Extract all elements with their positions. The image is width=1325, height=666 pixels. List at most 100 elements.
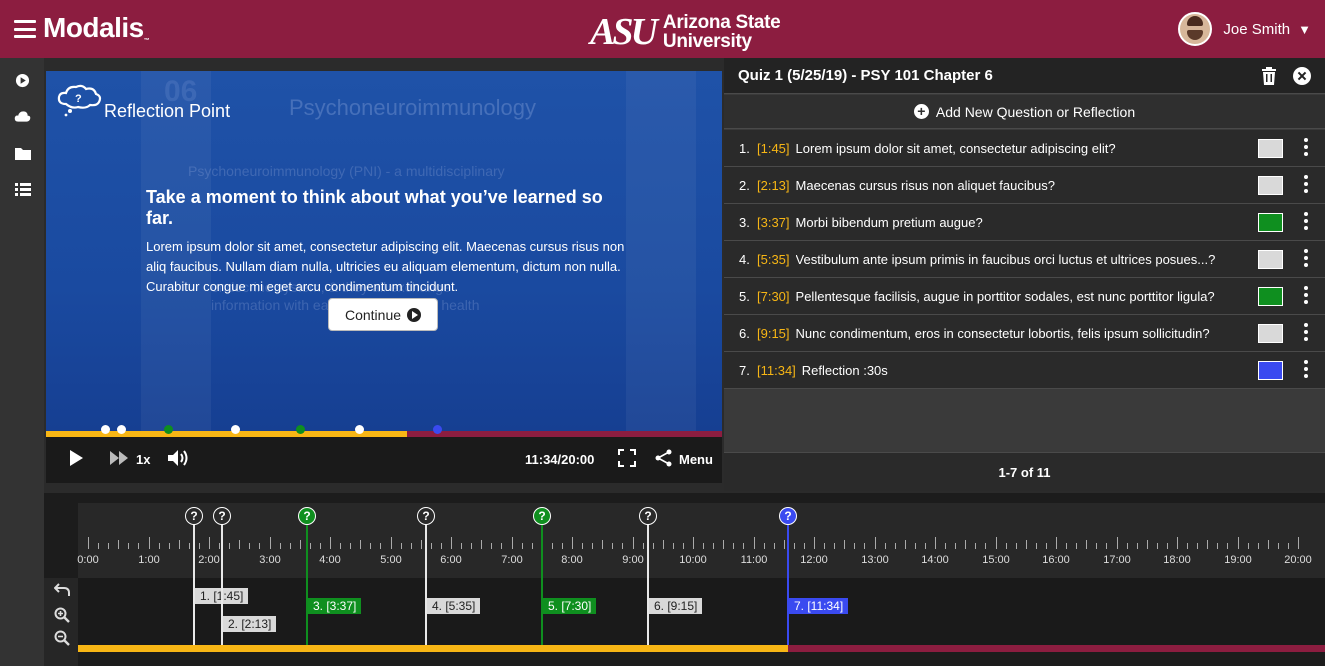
color-swatch[interactable] xyxy=(1258,324,1283,343)
ruler-tick xyxy=(300,540,301,549)
brand-logo[interactable]: Modalis™ xyxy=(43,12,150,44)
marker-line[interactable] xyxy=(541,515,543,652)
marker-label[interactable]: 2. [2:13] xyxy=(223,616,277,632)
marker-line[interactable] xyxy=(193,515,195,652)
slide-decoration xyxy=(626,71,696,431)
question-row[interactable]: 4. [5:35] Vestibulum ante ipsum primis in … xyxy=(724,241,1325,278)
question-marker-icon[interactable]: ? xyxy=(213,507,231,525)
continue-button[interactable]: Continue xyxy=(328,298,438,331)
zoom-out-icon[interactable] xyxy=(54,630,70,646)
progress-marker-dot[interactable] xyxy=(231,425,240,434)
question-marker-icon[interactable]: ? xyxy=(779,507,797,525)
ruler-tick xyxy=(985,543,986,549)
question-row[interactable]: 1. [1:45] Lorem ipsum dolor sit amet, cons… xyxy=(724,130,1325,167)
kebab-menu-icon[interactable] xyxy=(1302,138,1310,158)
kebab-menu-icon[interactable] xyxy=(1302,360,1310,380)
question-number: 3. xyxy=(739,214,750,230)
continue-label: Continue xyxy=(344,306,402,323)
kebab-menu-icon[interactable] xyxy=(1302,249,1310,269)
color-swatch[interactable] xyxy=(1258,250,1283,269)
ruler-tick xyxy=(431,543,432,549)
question-time[interactable]: [3:37] xyxy=(757,215,790,230)
share-icon[interactable] xyxy=(655,449,673,470)
cloud-icon[interactable] xyxy=(14,110,31,127)
color-swatch[interactable] xyxy=(1258,361,1283,380)
ruler-tick xyxy=(733,543,734,549)
question-row[interactable]: 3. [3:37] Morbi bibendum pretium augue? xyxy=(724,204,1325,241)
question-text: Reflection :30s xyxy=(801,362,888,378)
kebab-menu-icon[interactable] xyxy=(1302,286,1310,306)
progress-marker-dot[interactable] xyxy=(433,425,442,434)
volume-icon[interactable] xyxy=(167,449,191,470)
progress-marker-dot[interactable] xyxy=(164,425,173,434)
progress-marker-dot[interactable] xyxy=(101,425,110,434)
progress-marker-dot[interactable] xyxy=(296,425,305,434)
fullscreen-icon[interactable] xyxy=(618,449,636,470)
play-icon[interactable] xyxy=(68,449,84,470)
color-swatch[interactable] xyxy=(1258,139,1283,158)
marker-line[interactable] xyxy=(787,515,789,652)
hamburger-menu-icon[interactable] xyxy=(14,20,36,38)
ruler-tick xyxy=(723,540,724,549)
timeline-ruler[interactable]: 0:00 1:00 2:00 3:00 4:00 5:00 6:00 7:00 8:00 9:00… xyxy=(77,503,1325,578)
question-row[interactable]: 6. [9:15] Nunc condimentum, eros in consec… xyxy=(724,315,1325,352)
question-time[interactable]: [2:13] xyxy=(757,178,790,193)
ruler-tick xyxy=(1137,543,1138,549)
kebab-menu-icon[interactable] xyxy=(1302,212,1310,232)
question-marker-icon[interactable]: ? xyxy=(298,507,316,525)
question-time[interactable]: [1:45] xyxy=(757,141,790,156)
question-marker-icon[interactable]: ? xyxy=(639,507,657,525)
color-swatch[interactable] xyxy=(1258,287,1283,306)
trash-icon[interactable] xyxy=(1261,67,1277,85)
undo-icon[interactable] xyxy=(53,583,70,599)
user-menu[interactable]: Joe Smith ▼ xyxy=(1178,12,1311,46)
marker-label[interactable]: 5. [7:30] xyxy=(543,598,597,614)
ruler-tick xyxy=(159,543,160,549)
question-time[interactable]: [11:34] xyxy=(757,363,796,378)
question-row[interactable]: 2. [2:13] Maecenas cursus risus non alique… xyxy=(724,167,1325,204)
color-swatch[interactable] xyxy=(1258,176,1283,195)
color-swatch[interactable] xyxy=(1258,213,1283,232)
question-time[interactable]: [9:15] xyxy=(757,326,790,341)
question-row[interactable]: 5. [7:30] Pellentesque facilisis, augue in… xyxy=(724,278,1325,315)
progress-marker-dot[interactable] xyxy=(117,425,126,434)
play-circle-icon[interactable] xyxy=(14,73,31,90)
ruler-tick-label: 4:00 xyxy=(319,554,341,566)
kebab-menu-icon[interactable] xyxy=(1302,323,1310,343)
marker-line[interactable] xyxy=(306,515,308,652)
folder-icon[interactable] xyxy=(14,147,31,164)
close-icon[interactable] xyxy=(1293,67,1311,85)
speed-label[interactable]: 1x xyxy=(136,452,150,467)
timeline-tools xyxy=(44,578,78,666)
marker-label[interactable]: 7. [11:34] xyxy=(789,598,849,614)
marker-line[interactable] xyxy=(647,515,649,652)
ruler-tick xyxy=(602,540,603,549)
kebab-menu-icon[interactable] xyxy=(1302,175,1310,195)
question-time[interactable]: [7:30] xyxy=(757,289,790,304)
list-icon[interactable] xyxy=(14,183,31,200)
marker-label[interactable]: 3. [3:37] xyxy=(308,598,362,614)
ruler-tick xyxy=(239,540,240,549)
ruler-tick xyxy=(149,537,150,549)
university-name-line1: Arizona State xyxy=(662,12,781,33)
university-logo: ASU Arizona State University xyxy=(590,10,781,54)
question-marker-icon[interactable]: ? xyxy=(185,507,203,525)
marker-line[interactable] xyxy=(425,515,427,652)
question-time[interactable]: [5:35] xyxy=(757,252,790,267)
ruler-tick xyxy=(421,540,422,549)
marker-label[interactable]: 6. [9:15] xyxy=(649,598,703,614)
menu-label[interactable]: Menu xyxy=(679,452,713,467)
add-question-button[interactable]: + Add New Question or Reflection xyxy=(724,95,1325,129)
progress-marker-dot[interactable] xyxy=(355,425,364,434)
fast-forward-icon[interactable] xyxy=(109,450,131,469)
question-marker-icon[interactable]: ? xyxy=(417,507,435,525)
video-player[interactable]: 06 Psychoneuroimmunology Psychoneuroimmu… xyxy=(46,71,722,431)
question-row[interactable]: 7. [11:34] Reflection :30s xyxy=(724,352,1325,389)
ruler-tick xyxy=(925,543,926,549)
marker-label[interactable]: 4. [5:35] xyxy=(427,598,481,614)
zoom-in-icon[interactable] xyxy=(54,607,70,623)
ruler-tick-label: 11:00 xyxy=(740,554,768,566)
video-controls: 1x 11:34/20:00 Menu xyxy=(46,437,722,483)
question-marker-icon[interactable]: ? xyxy=(533,507,551,525)
panel-header: Quiz 1 (5/25/19) - PSY 101 Chapter 6 xyxy=(724,58,1325,94)
